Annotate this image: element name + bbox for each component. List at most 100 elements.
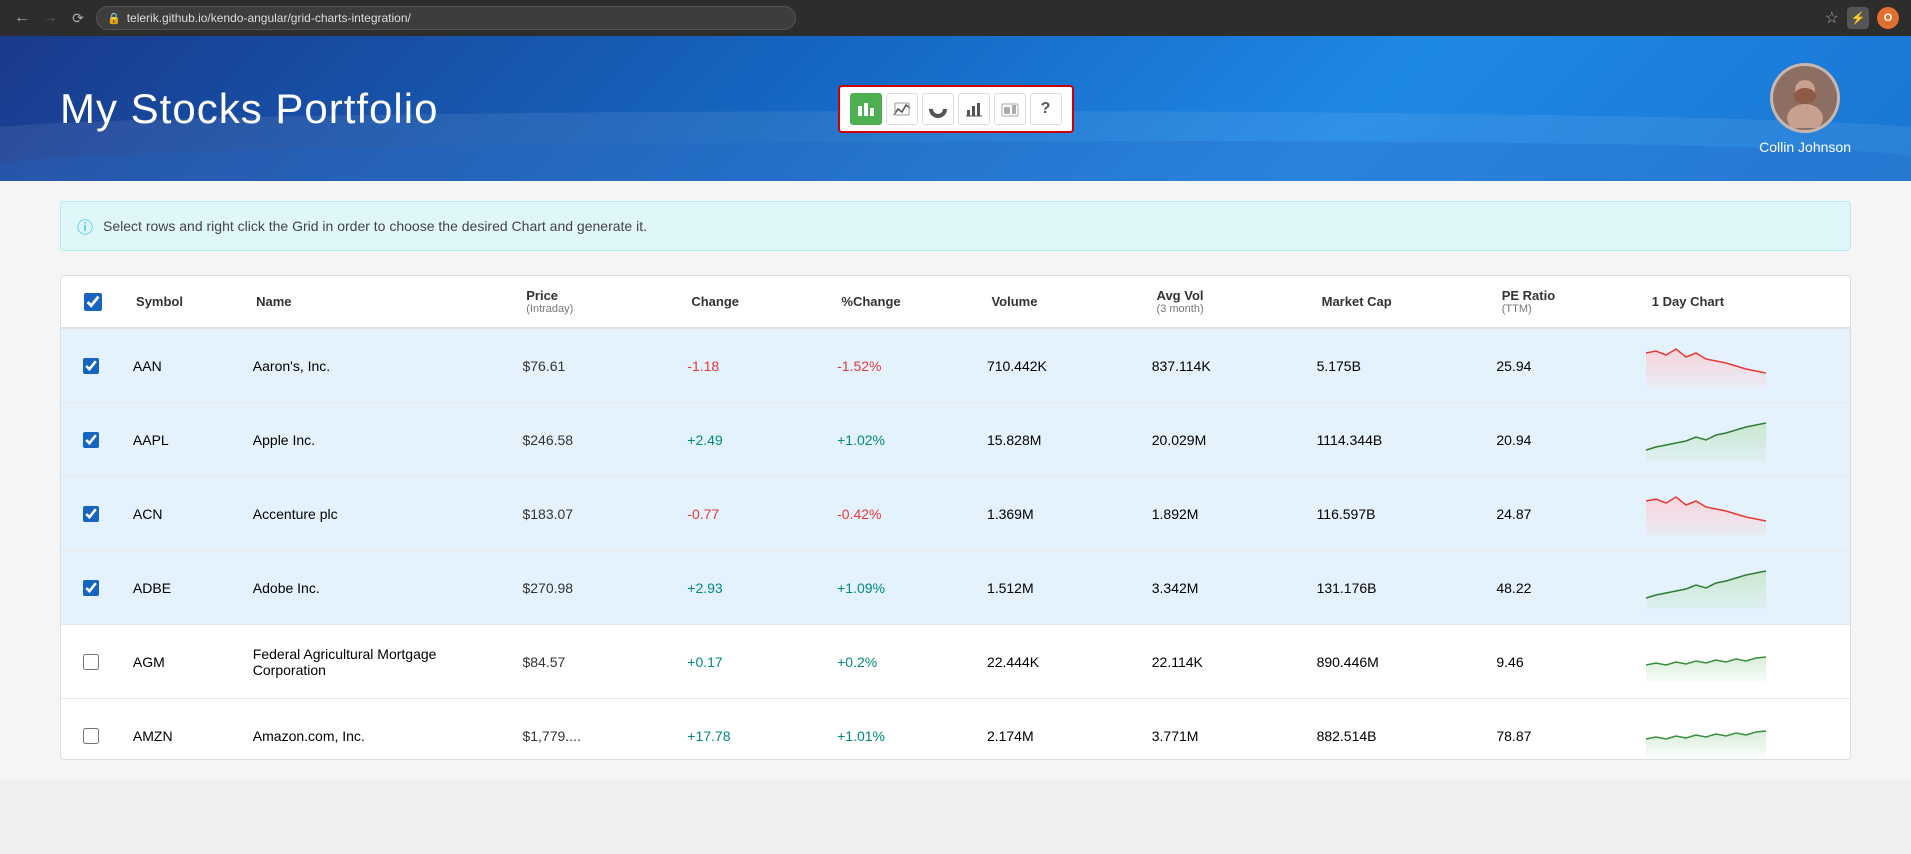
row-select-checkbox[interactable]: [83, 358, 99, 374]
reload-button[interactable]: ⟳: [68, 8, 88, 28]
row-symbol: AMZN: [121, 699, 241, 760]
row-avgvol: 3.342M: [1140, 551, 1305, 625]
address-bar[interactable]: 🔒 telerik.github.io/kendo-angular/grid-c…: [96, 6, 796, 30]
row-chart: [1634, 329, 1850, 403]
back-button[interactable]: ←: [12, 8, 32, 28]
user-name: Collin Johnson: [1759, 139, 1851, 155]
row-checkbox-cell: [61, 403, 121, 477]
row-volume: 1.369M: [975, 477, 1140, 551]
chart-toolbar: ?: [838, 85, 1074, 133]
select-all-checkbox[interactable]: [84, 293, 102, 311]
row-pe: 20.94: [1484, 403, 1634, 477]
row-avgvol: 837.114K: [1140, 329, 1305, 403]
row-pctchange: +1.02%: [825, 403, 975, 477]
column-chart-button[interactable]: [958, 93, 990, 125]
lock-icon: 🔒: [107, 12, 121, 25]
row-select-checkbox[interactable]: [83, 580, 99, 596]
row-mktcap: 1114.344B: [1305, 403, 1485, 477]
row-pe: 24.87: [1484, 477, 1634, 551]
row-name: Apple Inc.: [241, 403, 511, 477]
header-change[interactable]: Change: [679, 276, 829, 328]
row-symbol: AAN: [121, 329, 241, 403]
header-pctchange[interactable]: %Change: [829, 276, 979, 328]
header-pe[interactable]: PE Ratio (TTM): [1490, 276, 1640, 328]
row-pe: 48.22: [1484, 551, 1634, 625]
row-pctchange: +0.2%: [825, 625, 975, 699]
row-symbol: ACN: [121, 477, 241, 551]
donut-chart-button[interactable]: [922, 93, 954, 125]
row-checkbox-cell: [61, 551, 121, 625]
bar-chart-button[interactable]: [850, 93, 882, 125]
info-banner: ⓘ Select rows and right click the Grid i…: [60, 201, 1851, 251]
row-price: $1,779....: [510, 699, 675, 760]
row-select-checkbox[interactable]: [83, 506, 99, 522]
page-title: My Stocks Portfolio: [60, 85, 438, 133]
header-name[interactable]: Name: [244, 276, 514, 328]
row-price: $270.98: [510, 551, 675, 625]
user-profile: Collin Johnson: [1759, 63, 1851, 155]
area-chart-button[interactable]: [994, 93, 1026, 125]
row-volume: 22.444K: [975, 625, 1140, 699]
row-avgvol: 20.029M: [1140, 403, 1305, 477]
row-name: Amazon.com, Inc.: [241, 699, 511, 760]
line-chart-button[interactable]: [886, 93, 918, 125]
browser-right-controls: ☆ ⚡ O: [1825, 7, 1899, 29]
header-chart[interactable]: 1 Day Chart: [1640, 276, 1850, 328]
row-mktcap: 890.446M: [1305, 625, 1485, 699]
row-symbol: ADBE: [121, 551, 241, 625]
row-chart: [1634, 625, 1850, 699]
row-price: $84.57: [510, 625, 675, 699]
row-volume: 710.442K: [975, 329, 1140, 403]
table-row[interactable]: AAPLApple Inc.$246.58+2.49+1.02%15.828M2…: [61, 403, 1850, 477]
row-avgvol: 3.771M: [1140, 699, 1305, 760]
row-volume: 2.174M: [975, 699, 1140, 760]
header-volume[interactable]: Volume: [979, 276, 1144, 328]
row-avgvol: 1.892M: [1140, 477, 1305, 551]
row-price: $246.58: [510, 403, 675, 477]
table-row[interactable]: AANAaron's, Inc.$76.61-1.18-1.52%710.442…: [61, 329, 1850, 403]
row-volume: 15.828M: [975, 403, 1140, 477]
forward-button[interactable]: →: [40, 8, 60, 28]
row-pctchange: -0.42%: [825, 477, 975, 551]
table-row[interactable]: ADBEAdobe Inc.$270.98+2.93+1.09%1.512M3.…: [61, 551, 1850, 625]
row-pe: 25.94: [1484, 329, 1634, 403]
avatar: [1770, 63, 1840, 133]
header-checkbox-cell: [61, 276, 124, 328]
row-change: +0.17: [675, 625, 825, 699]
row-change: +17.78: [675, 699, 825, 760]
help-button[interactable]: ?: [1030, 93, 1062, 125]
table-row[interactable]: AMZNAmazon.com, Inc.$1,779....+17.78+1.0…: [61, 699, 1850, 760]
stocks-grid: Symbol Name Price (Intraday) Change %Cha…: [60, 275, 1851, 760]
page-header: My Stocks Portfolio: [0, 36, 1911, 181]
row-pe: 78.87: [1484, 699, 1634, 760]
table-row[interactable]: ACNAccenture plc$183.07-0.77-0.42%1.369M…: [61, 477, 1850, 551]
grid-header-row: Symbol Name Price (Intraday) Change %Cha…: [61, 276, 1850, 328]
profile-icon[interactable]: O: [1877, 7, 1899, 29]
row-checkbox-cell: [61, 699, 121, 760]
header-symbol[interactable]: Symbol: [124, 276, 244, 328]
row-name: Aaron's, Inc.: [241, 329, 511, 403]
row-checkbox-cell: [61, 477, 121, 551]
row-mktcap: 116.597B: [1305, 477, 1485, 551]
header-price[interactable]: Price (Intraday): [514, 276, 679, 328]
header-mktcap[interactable]: Market Cap: [1310, 276, 1490, 328]
header-avgvol[interactable]: Avg Vol (3 month): [1145, 276, 1310, 328]
row-pctchange: +1.09%: [825, 551, 975, 625]
grid-data-table: AANAaron's, Inc.$76.61-1.18-1.52%710.442…: [61, 329, 1850, 759]
extensions-button[interactable]: ⚡: [1847, 7, 1869, 29]
grid-scroll-area[interactable]: AANAaron's, Inc.$76.61-1.18-1.52%710.442…: [61, 329, 1850, 759]
row-symbol: AAPL: [121, 403, 241, 477]
row-checkbox-cell: [61, 625, 121, 699]
row-price: $76.61: [510, 329, 675, 403]
row-symbol: AGM: [121, 625, 241, 699]
row-mktcap: 882.514B: [1305, 699, 1485, 760]
row-chart: [1634, 551, 1850, 625]
row-select-checkbox[interactable]: [83, 432, 99, 448]
row-change: +2.93: [675, 551, 825, 625]
table-row[interactable]: AGMFederal Agricultural Mortgage Corpora…: [61, 625, 1850, 699]
row-select-checkbox[interactable]: [83, 728, 99, 744]
bookmark-icon[interactable]: ☆: [1825, 8, 1839, 28]
row-chart: [1634, 477, 1850, 551]
row-select-checkbox[interactable]: [83, 654, 99, 670]
row-name: Federal Agricultural Mortgage Corporatio…: [241, 625, 511, 699]
